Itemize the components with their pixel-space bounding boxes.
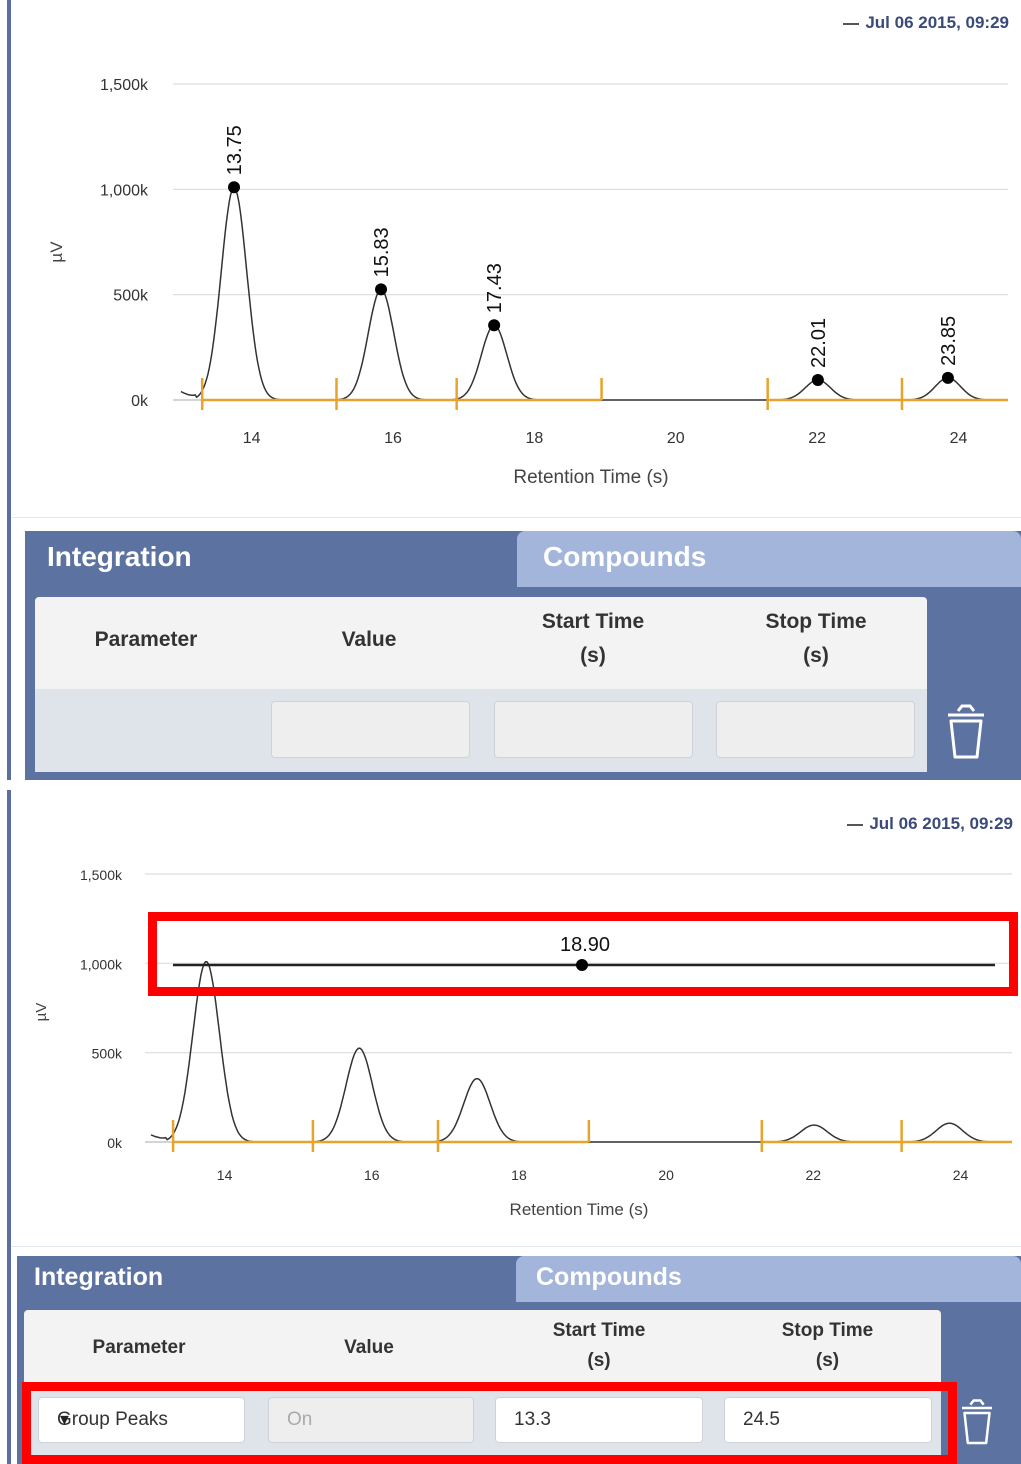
y-axis-label: µV (47, 241, 66, 263)
peak-label: 15.83 (371, 227, 393, 277)
tab-compounds-label: Compounds (543, 541, 707, 572)
y-axis-label: µV (33, 1003, 50, 1022)
x-tick-label: 22 (806, 1167, 822, 1183)
peak-marker (375, 283, 388, 296)
chromatogram-chart[interactable]: 0k 500k 1,000k 1,500k 14 16 18 20 22 24 Retention … (0, 0, 1021, 500)
x-axis-label: Retention Time (s) (513, 467, 668, 488)
chromatogram-chart-grouped[interactable]: 0k 500k 1,000k 1,500k 14 16 18 20 22 24 Retention … (0, 790, 1021, 1230)
x-tick-label: 18 (526, 430, 544, 447)
stop-time-field[interactable] (716, 701, 915, 758)
y-tick-label: 1,000k (80, 956, 123, 972)
tab-integration-label: Integration (34, 1263, 164, 1291)
header-parameter: Parameter (94, 628, 198, 651)
y-tick-label: 0k (131, 393, 149, 410)
table-row (35, 689, 927, 772)
trash-icon[interactable] (957, 1398, 997, 1448)
x-tick-label: 24 (953, 1167, 969, 1183)
x-tick-label: 16 (384, 430, 402, 447)
header-start-time-line1: Start Time (541, 610, 645, 633)
header-parameter: Parameter (92, 1337, 186, 1358)
trash-icon[interactable] (942, 703, 990, 763)
peak-marker (228, 181, 241, 194)
highlight-box-row (22, 1382, 957, 1464)
header-stop-time-line1: Stop Time (781, 1320, 874, 1341)
peak-marker (488, 319, 501, 332)
header-start-time: Start Time (s) (484, 1316, 714, 1376)
header-start-time-line2: (s) (580, 644, 606, 667)
peak-marker (811, 373, 824, 386)
x-axis-label: Retention Time (s) (510, 1200, 649, 1219)
y-tick-label: 0k (107, 1135, 123, 1151)
integration-table: Parameter Value Start Time (s) Stop Time… (35, 597, 927, 772)
peak-label: 13.75 (224, 125, 246, 175)
x-tick-label: 16 (364, 1167, 380, 1183)
divider (12, 1246, 1021, 1247)
tab-compounds-label: Compounds (536, 1263, 682, 1291)
header-start-time-line2: (s) (587, 1350, 611, 1371)
highlight-box-group-line (148, 912, 1018, 996)
peak-label: 22.01 (808, 318, 830, 368)
header-start-time-line1: Start Time (552, 1320, 646, 1341)
x-tick-label: 24 (950, 430, 968, 447)
y-tick-label: 1,500k (100, 77, 149, 94)
x-tick-label: 20 (658, 1167, 674, 1183)
header-stop-time: Stop Time (s) (705, 605, 927, 673)
start-time-field[interactable] (494, 701, 693, 758)
x-tick-label: 14 (217, 1167, 233, 1183)
x-tick-label: 22 (808, 430, 826, 447)
header-stop-time: Stop Time (s) (714, 1316, 941, 1376)
signal-trace (180, 186, 1008, 401)
screenshot-panel-top: Jul 06 2015, 09:29 0k 500k 1,000k 1,500k 14 1… (0, 0, 1021, 780)
header-stop-time-line2: (s) (803, 644, 829, 667)
value-field[interactable] (271, 701, 470, 758)
x-tick-label: 18 (511, 1167, 527, 1183)
y-tick-label: 1,500k (80, 867, 123, 883)
y-tick-label: 1,000k (100, 182, 149, 199)
tab-compounds[interactable]: Compounds (516, 1256, 1021, 1302)
header-value: Value (341, 628, 397, 651)
y-tick-label: 500k (92, 1046, 123, 1062)
x-tick-label: 14 (243, 430, 261, 447)
screenshot-panel-bottom: Jul 06 2015, 09:29 0k 500k 1,000k 1,500k 14 1… (0, 790, 1021, 1464)
tab-integration-label: Integration (47, 541, 192, 572)
header-stop-time-line2: (s) (815, 1350, 840, 1371)
peak-label: 23.85 (938, 316, 960, 366)
header-value: Value (344, 1337, 394, 1358)
integration-panel: Integration Compounds Parameter Value St… (25, 531, 1021, 780)
peak-label: 17.43 (484, 263, 506, 313)
x-tick-label: 20 (667, 430, 685, 447)
header-stop-time-line1: Stop Time (765, 610, 867, 633)
peak-marker (941, 371, 954, 384)
tab-integration[interactable]: Integration (25, 531, 513, 587)
tab-integration[interactable]: Integration (17, 1256, 511, 1302)
header-start-time: Start Time (s) (481, 605, 705, 673)
tab-compounds[interactable]: Compounds (517, 531, 1021, 587)
y-tick-label: 500k (113, 288, 149, 305)
divider (12, 517, 1021, 518)
